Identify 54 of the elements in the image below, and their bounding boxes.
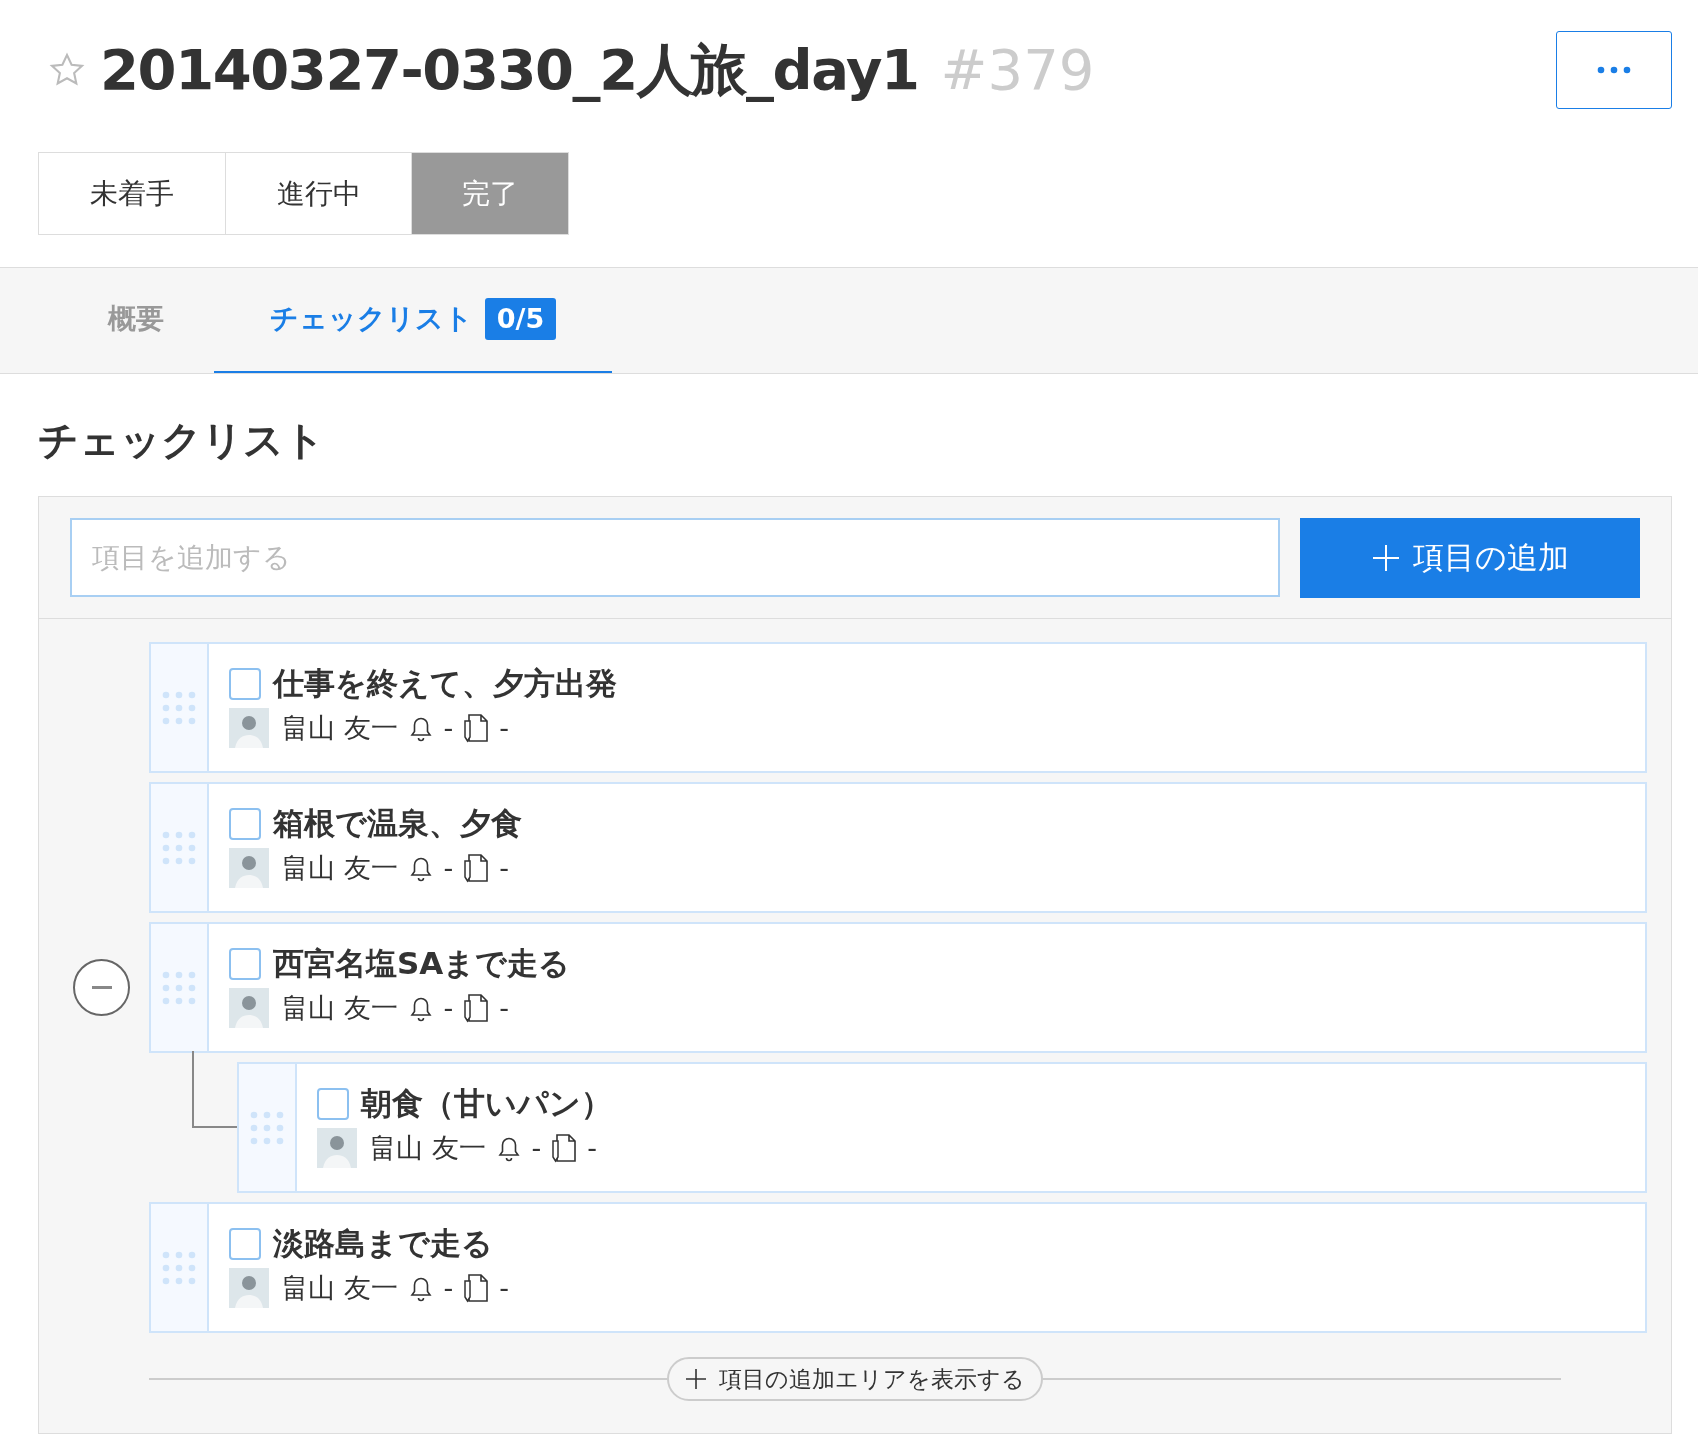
reminder-value: - — [443, 714, 454, 741]
tab[interactable]: チェックリスト 0/5 — [214, 267, 612, 373]
section-heading: チェックリスト — [38, 420, 326, 460]
collapse-button[interactable] — [73, 959, 130, 1016]
reminder-value: - — [443, 994, 454, 1021]
note-icon[interactable] — [551, 1132, 578, 1163]
avatar-placeholder — [229, 847, 269, 888]
item-title: 西宮名塩SAまで走る — [273, 948, 571, 979]
more-icon — [1597, 66, 1631, 74]
reminder-value: - — [531, 1134, 542, 1161]
note-value: - — [499, 994, 510, 1021]
assignee-name: 畠山 友一 — [369, 1134, 486, 1161]
note-value: - — [499, 714, 510, 741]
checkbox[interactable] — [229, 667, 261, 700]
note-value: - — [587, 1134, 598, 1161]
more-button[interactable] — [1556, 31, 1672, 109]
item-title: 淡路島まで走る — [273, 1228, 493, 1259]
item-title: 箱根で温泉、夕食 — [273, 808, 522, 839]
tab[interactable]: 概要 — [58, 267, 214, 373]
assignee-name: 畠山 友一 — [281, 994, 398, 1021]
note-value: - — [499, 1274, 510, 1301]
drag-handle-icon[interactable] — [162, 690, 196, 725]
drag-handle-icon[interactable] — [162, 830, 196, 865]
checkbox[interactable] — [229, 947, 261, 980]
reminder-value: - — [443, 1274, 454, 1301]
plus-icon — [685, 1368, 707, 1390]
assignee-name: 畠山 友一 — [281, 714, 398, 741]
note-icon[interactable] — [463, 1272, 490, 1303]
minus-icon — [91, 985, 112, 990]
avatar-placeholder — [229, 1267, 269, 1308]
plus-icon — [1371, 542, 1401, 573]
note-icon[interactable] — [463, 852, 490, 883]
note-icon[interactable] — [463, 992, 490, 1023]
add-item-field[interactable]: 項目を追加する — [70, 518, 1280, 597]
note-icon[interactable] — [463, 712, 490, 743]
checkbox[interactable] — [229, 1227, 261, 1260]
status-button[interactable]: 完了 — [411, 153, 568, 234]
avatar-placeholder — [229, 707, 269, 748]
reminder-value: - — [443, 854, 454, 881]
count-badge: 0/5 — [484, 298, 557, 340]
drag-handle-icon[interactable] — [162, 1250, 196, 1285]
show-add-area-button[interactable]: 項目の追加エリアを表示する — [667, 1357, 1043, 1401]
item-title: 朝食（甘いパン） — [361, 1088, 612, 1119]
assignee-name: 畠山 友一 — [281, 854, 398, 881]
assignee-name: 畠山 友一 — [281, 1274, 398, 1301]
add-item-button[interactable]: 項目の追加 — [1300, 517, 1640, 598]
note-value: - — [499, 854, 510, 881]
drag-handle-icon[interactable] — [250, 1110, 284, 1145]
checkbox[interactable] — [317, 1087, 349, 1120]
checkbox[interactable] — [229, 807, 261, 840]
avatar-placeholder — [229, 987, 269, 1028]
drag-handle-icon[interactable] — [162, 970, 196, 1005]
avatar-placeholder — [317, 1127, 357, 1168]
item-title: 仕事を終えて、夕方出発 — [273, 668, 617, 699]
